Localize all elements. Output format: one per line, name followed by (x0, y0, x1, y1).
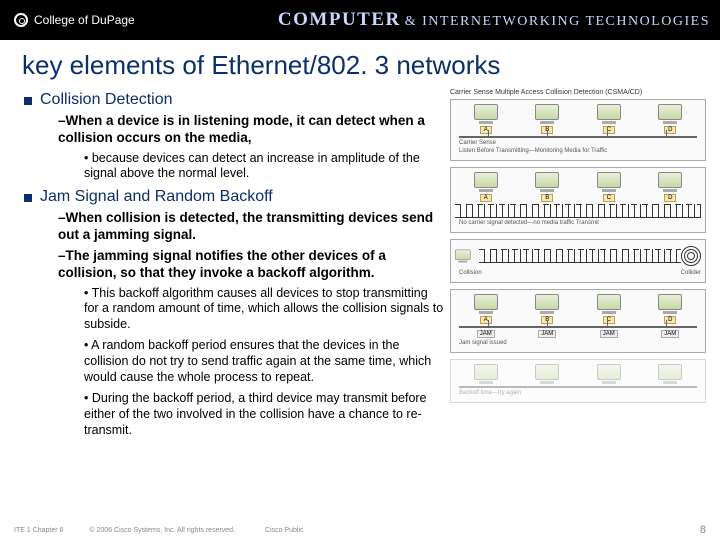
section1-text: Collision Detection (40, 91, 173, 109)
panel1-cap-b: Listen Before Transmitting—Monitoring Me… (459, 148, 701, 154)
footer-public: Cisco Public (265, 527, 304, 534)
pc-c (597, 364, 621, 384)
collision-icon (681, 246, 701, 266)
panel5-cap: Backoff time—try again (459, 390, 701, 396)
pc-c: C (597, 294, 621, 324)
bullet-square-icon (24, 194, 32, 202)
pc-row: A B C D (455, 172, 701, 202)
logo-icon (14, 13, 28, 27)
diagram-panel-5: Backoff time—try again (450, 359, 706, 403)
jam-label: JAM (538, 330, 556, 338)
footer-copyright: © 2006 Cisco Systems, Inc. All rights re… (89, 527, 235, 534)
text-column: Collision Detection –When a device is in… (14, 89, 444, 444)
section2-detail1: • This backoff algorithm causes all devi… (84, 286, 444, 333)
signal-row (455, 204, 701, 218)
diagram-panel-1: A B C D Carrier Sense Listen Before Tran… (450, 99, 706, 161)
pc-a-small (455, 250, 471, 263)
pc-d (658, 364, 682, 384)
header-right-rest: & INTERNETWORKING TECHNOLOGIES (405, 14, 710, 30)
diagram-panel-2: A B C D No carrier signal detected—no me… (450, 167, 706, 233)
pc-a: A (474, 172, 498, 202)
bus-line (459, 386, 697, 388)
diagram-panel-4: A B C D JAM JAM JAM JAM Jam signal issue… (450, 289, 706, 353)
college-name: College of DuPage (34, 13, 135, 27)
jam-label: JAM (477, 330, 495, 338)
panel2-cap: No carrier signal detected—no media traf… (459, 220, 701, 226)
pc-a: A (474, 294, 498, 324)
jam-label: JAM (661, 330, 679, 338)
section1-sub1: –When a device is in listening mode, it … (58, 113, 444, 147)
section2-detail3: • During the backoff period, a third dev… (84, 391, 444, 438)
panel3-cap-b: Collider (681, 270, 701, 276)
pc-b: B (535, 172, 559, 202)
header-right-bold: COMPUTER (278, 9, 401, 31)
content-area: Collision Detection –When a device is in… (0, 89, 720, 444)
section2-detail2: • A random backoff period ensures that t… (84, 338, 444, 385)
section1-heading: Collision Detection (24, 91, 444, 109)
footer: ITE 1 Chapter 6 © 2006 Cisco Systems, In… (0, 524, 720, 536)
page-number: 8 (700, 524, 706, 536)
jam-label: JAM (600, 330, 618, 338)
pc-a: A (474, 104, 498, 134)
bus-line (459, 136, 697, 138)
pc-d: D (658, 294, 682, 324)
pc-row: A B C D (455, 104, 701, 134)
panel1-cap-a: Carrier Sense (459, 140, 701, 146)
diagram-title: Carrier Sense Multiple Access Collision … (450, 89, 706, 96)
pc-a (474, 364, 498, 384)
bus-line (459, 326, 697, 328)
pc-row: A B C D (455, 294, 701, 324)
collision-row (455, 246, 701, 266)
pc-b (535, 364, 559, 384)
diagram-column: Carrier Sense Multiple Access Collision … (444, 89, 706, 444)
header-bar: College of DuPage COMPUTER & INTERNETWOR… (0, 0, 720, 40)
section1-detail1: • because devices can detect an increase… (84, 151, 444, 182)
footer-chapter: ITE 1 Chapter 6 (14, 527, 63, 534)
pc-d: D (658, 104, 682, 134)
pc-d: D (658, 172, 682, 202)
header-right-title: COMPUTER & INTERNETWORKING TECHNOLOGIES (278, 9, 720, 31)
section2-sub2: –The jamming signal notifies the other d… (58, 248, 444, 282)
section2-sub1: –When collision is detected, the transmi… (58, 210, 444, 244)
pc-c: C (597, 172, 621, 202)
signal-wave-icon (479, 249, 681, 263)
panel3-cap-a: Collision (459, 270, 482, 276)
college-logo: College of DuPage (0, 13, 135, 27)
pc-c: C (597, 104, 621, 134)
slide-title: key elements of Ethernet/802. 3 networks (0, 40, 720, 89)
panel4-cap: Jam signal issued (459, 340, 701, 346)
section2-heading: Jam Signal and Random Backoff (24, 188, 444, 206)
diagram-panel-3: Collision Collider (450, 239, 706, 283)
signal-wave-icon (455, 204, 701, 218)
bullet-square-icon (24, 97, 32, 105)
pc-row (455, 364, 701, 384)
jam-row: JAM JAM JAM JAM (455, 330, 701, 338)
section2-text: Jam Signal and Random Backoff (40, 188, 273, 206)
